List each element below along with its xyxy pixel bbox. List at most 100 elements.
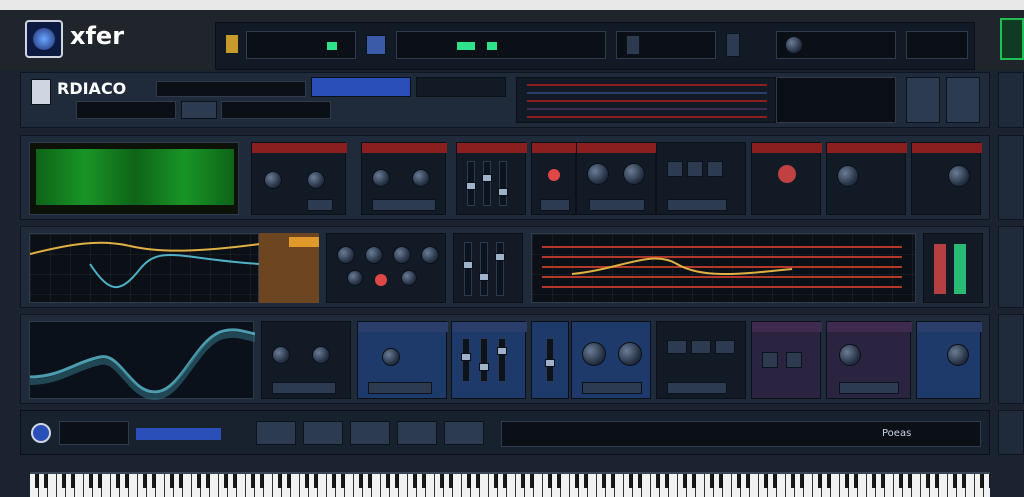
sub-knob-2[interactable] bbox=[623, 163, 645, 185]
lfo-rate-chip[interactable] bbox=[289, 237, 319, 247]
wt-blue-button[interactable] bbox=[368, 382, 432, 394]
wt-mode-button[interactable] bbox=[272, 382, 336, 394]
mod-knob-1[interactable] bbox=[839, 344, 861, 366]
env-knob-2[interactable] bbox=[365, 246, 383, 264]
env-knob-1[interactable] bbox=[337, 246, 355, 264]
piano-keyboard[interactable] bbox=[30, 472, 990, 497]
unison-fader-3[interactable] bbox=[497, 338, 507, 382]
filter-type-a[interactable] bbox=[667, 161, 683, 177]
right-edge-panel-2 bbox=[998, 135, 1024, 220]
oscillator-a-display bbox=[29, 142, 239, 215]
osc-b-controls bbox=[361, 142, 447, 215]
macro-2[interactable] bbox=[303, 421, 343, 445]
mod-btn-2[interactable] bbox=[786, 352, 802, 368]
route-btn-1[interactable] bbox=[667, 340, 687, 354]
bottom-mini-display bbox=[59, 421, 129, 445]
noise-button[interactable] bbox=[540, 199, 570, 211]
filter-route-button[interactable] bbox=[667, 199, 727, 211]
unison-module bbox=[451, 321, 527, 399]
preset-name-field[interactable] bbox=[156, 81, 306, 97]
route-btn-3[interactable] bbox=[715, 340, 735, 354]
mod-mode-button[interactable] bbox=[839, 382, 899, 394]
fx-module-1 bbox=[751, 142, 822, 215]
preset-browser-icon[interactable] bbox=[31, 79, 51, 105]
noise-indicator bbox=[548, 169, 560, 181]
loop-button[interactable] bbox=[726, 33, 740, 57]
env-knob-6[interactable] bbox=[401, 270, 417, 286]
macro-3[interactable] bbox=[350, 421, 390, 445]
wt-controls bbox=[261, 321, 351, 399]
tempo-knob[interactable] bbox=[785, 36, 803, 54]
lfo-display bbox=[29, 233, 260, 303]
pitch-fader[interactable] bbox=[545, 338, 555, 382]
fx-knob-1[interactable] bbox=[837, 165, 859, 187]
mixer-faders bbox=[456, 142, 527, 215]
transport-display-5 bbox=[906, 31, 968, 59]
osc-a-knob-2[interactable] bbox=[307, 171, 325, 189]
macro-4[interactable] bbox=[397, 421, 437, 445]
wavetable-waveform bbox=[30, 328, 255, 400]
wt-blue-knob[interactable] bbox=[382, 348, 400, 366]
save-button[interactable] bbox=[366, 35, 386, 55]
osc-b-knob-1[interactable] bbox=[372, 169, 390, 187]
warp-knob-2[interactable] bbox=[618, 342, 642, 366]
noise-module bbox=[531, 142, 577, 215]
settings-gear-icon[interactable] bbox=[906, 77, 940, 123]
osc-a-knob-1[interactable] bbox=[264, 171, 282, 189]
bottom-display-right: Poeas bbox=[882, 428, 912, 439]
env-controls bbox=[326, 233, 446, 303]
filter-type-c[interactable] bbox=[707, 161, 723, 177]
menu-icon[interactable] bbox=[946, 77, 980, 123]
fx-knob-2[interactable] bbox=[948, 165, 970, 187]
osc-b-knob-2[interactable] bbox=[412, 169, 430, 187]
env-faders bbox=[453, 233, 523, 303]
preset-category-field[interactable] bbox=[76, 101, 176, 119]
env-fader-3[interactable] bbox=[495, 242, 505, 296]
row1-panels bbox=[20, 135, 990, 220]
osc-b-mode-button[interactable] bbox=[372, 199, 436, 211]
preset-save-button[interactable] bbox=[181, 101, 217, 119]
wt-knob-2[interactable] bbox=[312, 346, 330, 364]
unison-fader-2[interactable] bbox=[479, 338, 489, 382]
black-keys[interactable] bbox=[30, 474, 990, 488]
fader-1[interactable] bbox=[466, 161, 476, 206]
fader-2[interactable] bbox=[482, 161, 492, 206]
osc-a-mode-button[interactable] bbox=[307, 199, 333, 211]
route-btn-2[interactable] bbox=[691, 340, 711, 354]
mod-btn-1[interactable] bbox=[762, 352, 778, 368]
unison-fader-1[interactable] bbox=[461, 338, 471, 382]
filter-type-b[interactable] bbox=[687, 161, 703, 177]
warp-mode-button[interactable] bbox=[582, 382, 642, 394]
route-mode-button[interactable] bbox=[667, 382, 727, 394]
mod-matrix-mini bbox=[776, 77, 896, 123]
preset-author-field[interactable] bbox=[221, 101, 331, 119]
waveform-green bbox=[36, 149, 234, 205]
wt-knob-1[interactable] bbox=[272, 346, 290, 364]
env-knob-4[interactable] bbox=[421, 246, 439, 264]
mod-module-3 bbox=[916, 321, 982, 399]
mod-module-2 bbox=[826, 321, 912, 399]
env-knob-5[interactable] bbox=[347, 270, 363, 286]
fader-3[interactable] bbox=[498, 161, 508, 206]
warp-knob-1[interactable] bbox=[582, 342, 606, 366]
wt-blue-module bbox=[357, 321, 448, 399]
env-fader-1[interactable] bbox=[463, 242, 473, 296]
macro-1[interactable] bbox=[256, 421, 296, 445]
lfo-curve bbox=[30, 241, 260, 289]
sequencer-lane bbox=[516, 77, 776, 123]
right-edge-panel-5 bbox=[998, 410, 1024, 455]
record-button[interactable] bbox=[626, 35, 640, 55]
xfer-logo-icon bbox=[25, 20, 63, 58]
macro-5[interactable] bbox=[444, 421, 484, 445]
env-fader-2[interactable] bbox=[479, 242, 489, 296]
mod-module-1 bbox=[751, 321, 822, 399]
mod-knob-2[interactable] bbox=[947, 344, 969, 366]
sub-mode-button[interactable] bbox=[589, 199, 645, 211]
meter-left bbox=[934, 244, 946, 294]
bottom-blue-bar[interactable] bbox=[136, 428, 221, 440]
sub-knob-1[interactable] bbox=[587, 163, 609, 185]
fx-indicator bbox=[778, 165, 796, 183]
circle-icon[interactable] bbox=[31, 423, 51, 443]
env-knob-3[interactable] bbox=[393, 246, 411, 264]
sub-module bbox=[576, 142, 657, 215]
